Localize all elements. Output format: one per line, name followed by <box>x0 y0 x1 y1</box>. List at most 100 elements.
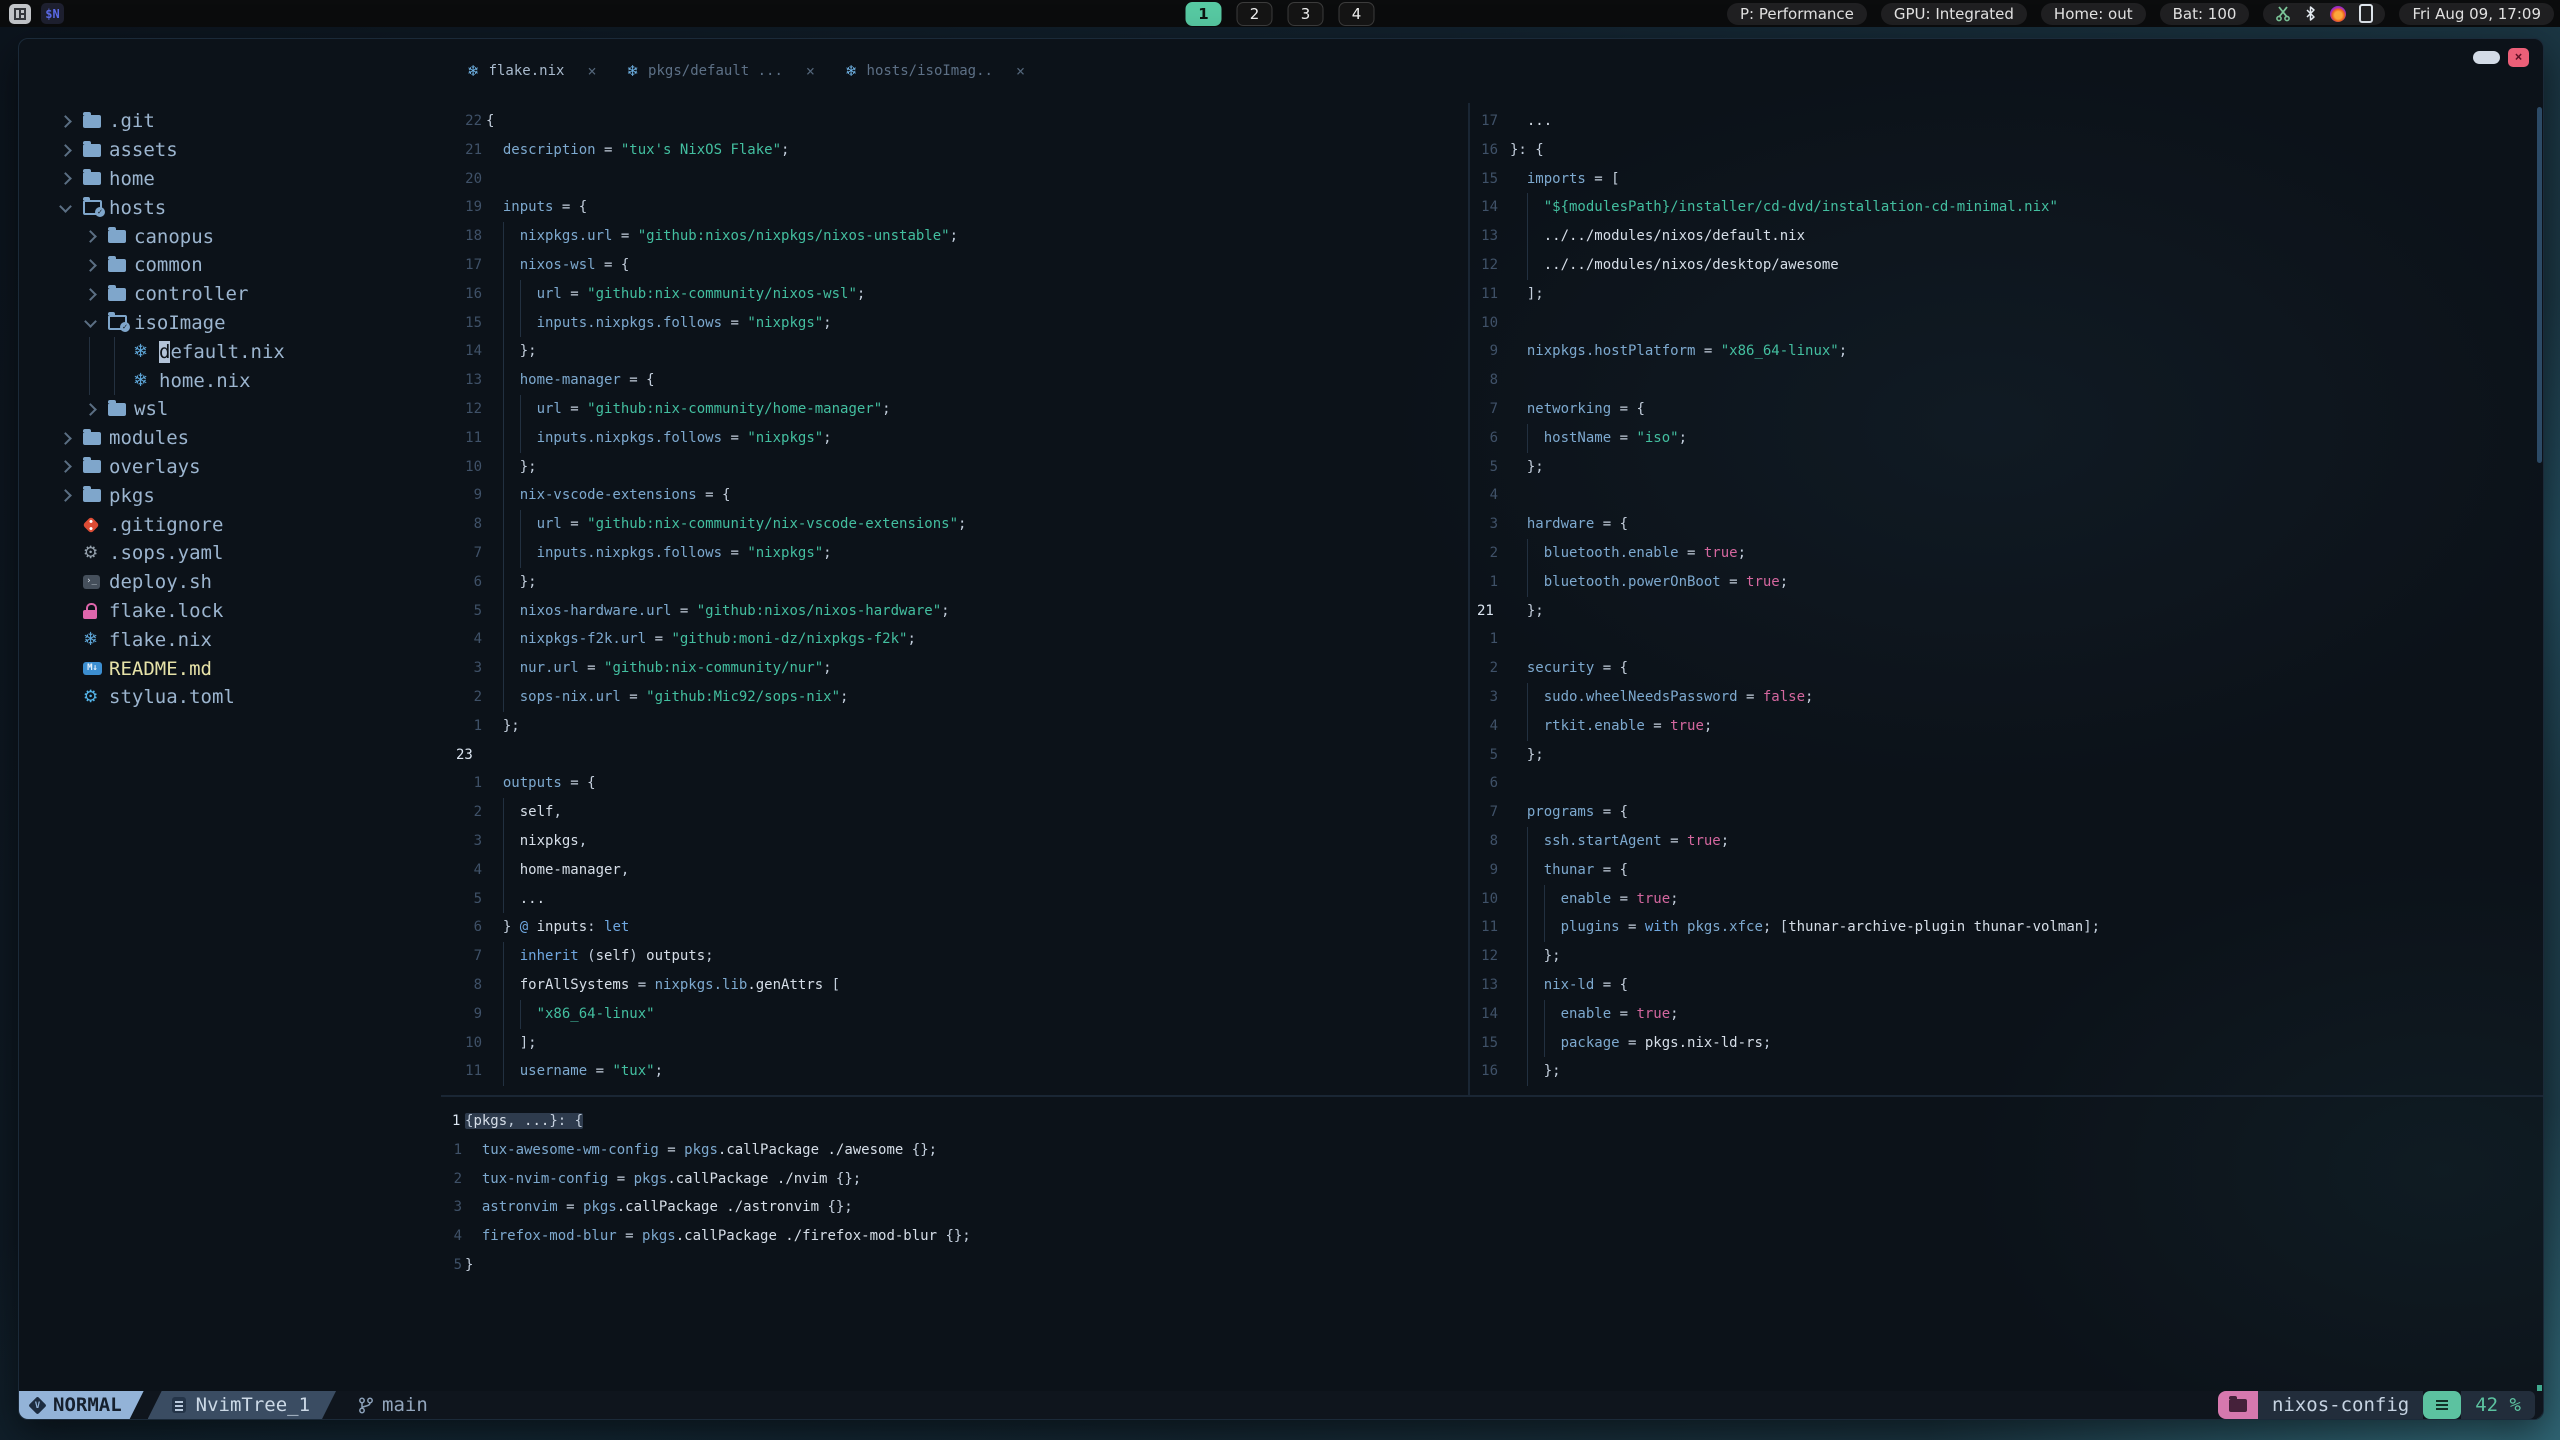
code-line[interactable]: 15 package = pkgs.nix-ld-rs; <box>1471 1028 2543 1058</box>
code-line[interactable]: 1 bluetooth.powerOnBoot = true; <box>1471 567 2543 597</box>
code-line[interactable]: 6 <box>1471 769 2543 798</box>
code-line[interactable]: 8 <box>1471 366 2543 395</box>
code-line[interactable]: 14 enable = true; <box>1471 999 2543 1029</box>
code-line[interactable]: 16 }; <box>1471 1057 2543 1087</box>
code-line[interactable]: 20 <box>441 165 1468 194</box>
tree-item-stylua.toml[interactable]: ⚙ stylua.toml <box>19 683 441 712</box>
maximize-toggle-button[interactable] <box>2473 51 2500 64</box>
clock[interactable]: Fri Aug 09, 17:09 <box>2399 2 2554 25</box>
code-line[interactable]: 3 nixpkgs, <box>441 826 1468 856</box>
code-line[interactable]: 10 enable = true; <box>1471 884 2543 914</box>
code-line[interactable]: 16 url = "github:nix-community/nixos-wsl… <box>441 279 1468 309</box>
tree-item-controller[interactable]: controller <box>19 280 441 309</box>
status-pill[interactable]: GPU: Integrated <box>1880 2 2027 25</box>
code-line[interactable]: 3 nur.url = "github:nix-community/nur"; <box>441 654 1468 683</box>
code-line[interactable]: 4 rtkit.enable = true; <box>1471 711 2543 741</box>
tree-item-home.nix[interactable]: ❄ home.nix <box>19 366 441 395</box>
tree-item-.gitignore[interactable]: .gitignore <box>19 510 441 539</box>
code-line[interactable]: 17 nixos-wsl = { <box>441 250 1468 280</box>
code-line[interactable]: 10 <box>1471 309 2543 338</box>
code-line[interactable]: 11 ]; <box>1471 280 2543 309</box>
code-line[interactable]: 5 }; <box>1471 741 2543 770</box>
code-line[interactable]: 4 home-manager, <box>441 855 1468 885</box>
code-line[interactable]: 22{ <box>441 107 1468 136</box>
tree-item-overlays[interactable]: overlays <box>19 453 441 482</box>
tree-item-.git[interactable]: .git <box>19 107 441 136</box>
scrollbar-thumb[interactable] <box>2537 107 2542 463</box>
code-line[interactable]: 2 sops-nix.url = "github:Mic92/sops-nix"… <box>441 682 1468 712</box>
code-line[interactable]: 7 programs = { <box>1471 798 2543 827</box>
code-line[interactable]: 21 description = "tux's NixOS Flake"; <box>441 136 1468 165</box>
code-line[interactable]: 17 ... <box>1471 107 2543 136</box>
neovim-launcher-icon[interactable]: $N <box>41 3 64 24</box>
code-line[interactable]: 16}: { <box>1471 136 2543 165</box>
vertical-split-separator[interactable] <box>1468 103 1470 1095</box>
buffer-tab[interactable]: ❄ flake.nix × <box>467 62 596 80</box>
code-line[interactable]: 13 nix-ld = { <box>1471 970 2543 1000</box>
code-line[interactable]: 5 }; <box>1471 453 2543 482</box>
editor-pane-iso-image[interactable]: 17 ... 16}: {15 imports = [14 "${modulesP… <box>1471 103 2543 1099</box>
code-line[interactable]: 12 ../../modules/nixos/desktop/awesome <box>1471 250 2543 280</box>
tree-item-isoImage[interactable]: isoImage <box>19 309 441 338</box>
code-line[interactable]: 15 imports = [ <box>1471 165 2543 194</box>
tree-item-hosts[interactable]: hosts <box>19 193 441 222</box>
scissors-icon[interactable] <box>2275 5 2291 22</box>
code-line[interactable]: 21 }; <box>1471 597 2543 626</box>
code-line[interactable]: 9 nixpkgs.hostPlatform = "x86_64-linux"; <box>1471 337 2543 366</box>
status-pill[interactable]: P: Performance <box>1726 2 1867 25</box>
tree-item-pkgs[interactable]: pkgs <box>19 481 441 510</box>
code-line[interactable]: 4 firefox-mod-blur = pkgs.callPackage ./… <box>441 1222 2543 1251</box>
tree-item-wsl[interactable]: wsl <box>19 395 441 424</box>
tree-item-modules[interactable]: modules <box>19 424 441 453</box>
code-line[interactable]: 2 bluetooth.enable = true; <box>1471 538 2543 568</box>
code-line[interactable]: 9 nix-vscode-extensions = { <box>441 481 1468 511</box>
buffer-tab[interactable]: ❄ hosts/isoImag.. × <box>845 62 1025 80</box>
tree-item-default.nix[interactable]: ❄ default.nix <box>19 337 441 367</box>
code-line[interactable]: 3 sudo.wheelNeedsPassword = false; <box>1471 682 2543 712</box>
code-line[interactable]: 6 }; <box>441 567 1468 597</box>
code-line[interactable]: 4 nixpkgs-f2k.url = "github:moni-dz/nixp… <box>441 625 1468 655</box>
close-icon[interactable]: × <box>1016 62 1025 80</box>
editor-pane-flake-nix[interactable]: 22{21 description = "tux's NixOS Flake";… <box>441 103 1468 1099</box>
tree-item-home[interactable]: home <box>19 165 441 194</box>
code-line[interactable]: 15 inputs.nixpkgs.follows = "nixpkgs"; <box>441 308 1468 338</box>
workspace-button-4[interactable]: 4 <box>1338 1 1375 26</box>
code-line[interactable]: 19 inputs = { <box>441 193 1468 222</box>
tree-item-deploy.sh[interactable]: deploy.sh <box>19 568 441 597</box>
code-line[interactable]: 1 }; <box>441 712 1468 741</box>
code-line[interactable]: 6 hostName = "iso"; <box>1471 423 2543 453</box>
phone-icon[interactable] <box>2359 4 2374 23</box>
code-line[interactable]: 10 ]; <box>441 1028 1468 1058</box>
code-line[interactable]: 11 plugins = with pkgs.xfce; [thunar-arc… <box>1471 913 2543 943</box>
tree-item-canopus[interactable]: canopus <box>19 222 441 251</box>
code-line[interactable]: 7 inherit (self) outputs; <box>441 942 1468 971</box>
tree-item-flake.nix[interactable]: ❄ flake.nix <box>19 625 441 654</box>
close-icon[interactable]: × <box>587 62 596 80</box>
code-line[interactable]: 3 astronvim = pkgs.callPackage ./astronv… <box>441 1193 2543 1222</box>
close-button[interactable]: × <box>2508 48 2529 67</box>
code-line[interactable]: 3 hardware = { <box>1471 510 2543 539</box>
code-line[interactable]: 12 }; <box>1471 942 2543 971</box>
code-line[interactable]: 12 url = "github:nix-community/home-mana… <box>441 394 1468 424</box>
code-line[interactable]: 11 username = "tux"; <box>441 1057 1468 1087</box>
code-line[interactable]: 11 inputs.nixpkgs.follows = "nixpkgs"; <box>441 423 1468 453</box>
code-line[interactable]: 5 nixos-hardware.url = "github:nixos/nix… <box>441 596 1468 626</box>
app-launcher-icon[interactable] <box>8 3 31 24</box>
workspace-button-3[interactable]: 3 <box>1287 1 1324 26</box>
code-line[interactable]: 14 "${modulesPath}/installer/cd-dvd/inst… <box>1471 193 2543 223</box>
code-line[interactable]: 7 inputs.nixpkgs.follows = "nixpkgs"; <box>441 538 1468 568</box>
buffer-tab[interactable]: ❄ pkgs/default ... × <box>626 62 814 80</box>
code-line[interactable]: 2 self, <box>441 798 1468 827</box>
code-line[interactable]: 2 security = { <box>1471 654 2543 683</box>
code-line[interactable]: 1 outputs = { <box>441 769 1468 798</box>
code-line[interactable]: 9 "x86_64-linux" <box>441 999 1468 1029</box>
code-line[interactable]: 23 <box>441 741 1468 770</box>
tree-item-common[interactable]: common <box>19 251 441 280</box>
code-line[interactable]: 9 thunar = { <box>1471 855 2543 885</box>
code-line[interactable]: 8 ssh.startAgent = true; <box>1471 826 2543 856</box>
bluetooth-icon[interactable] <box>2304 5 2317 22</box>
tree-item-.sops.yaml[interactable]: ⚙ .sops.yaml <box>19 539 441 568</box>
code-line[interactable]: 18 nixpkgs.url = "github:nixos/nixpkgs/n… <box>441 222 1468 251</box>
tree-item-README.md[interactable]: README.md <box>19 654 441 683</box>
workspace-button-1[interactable]: 1 <box>1185 1 1222 26</box>
